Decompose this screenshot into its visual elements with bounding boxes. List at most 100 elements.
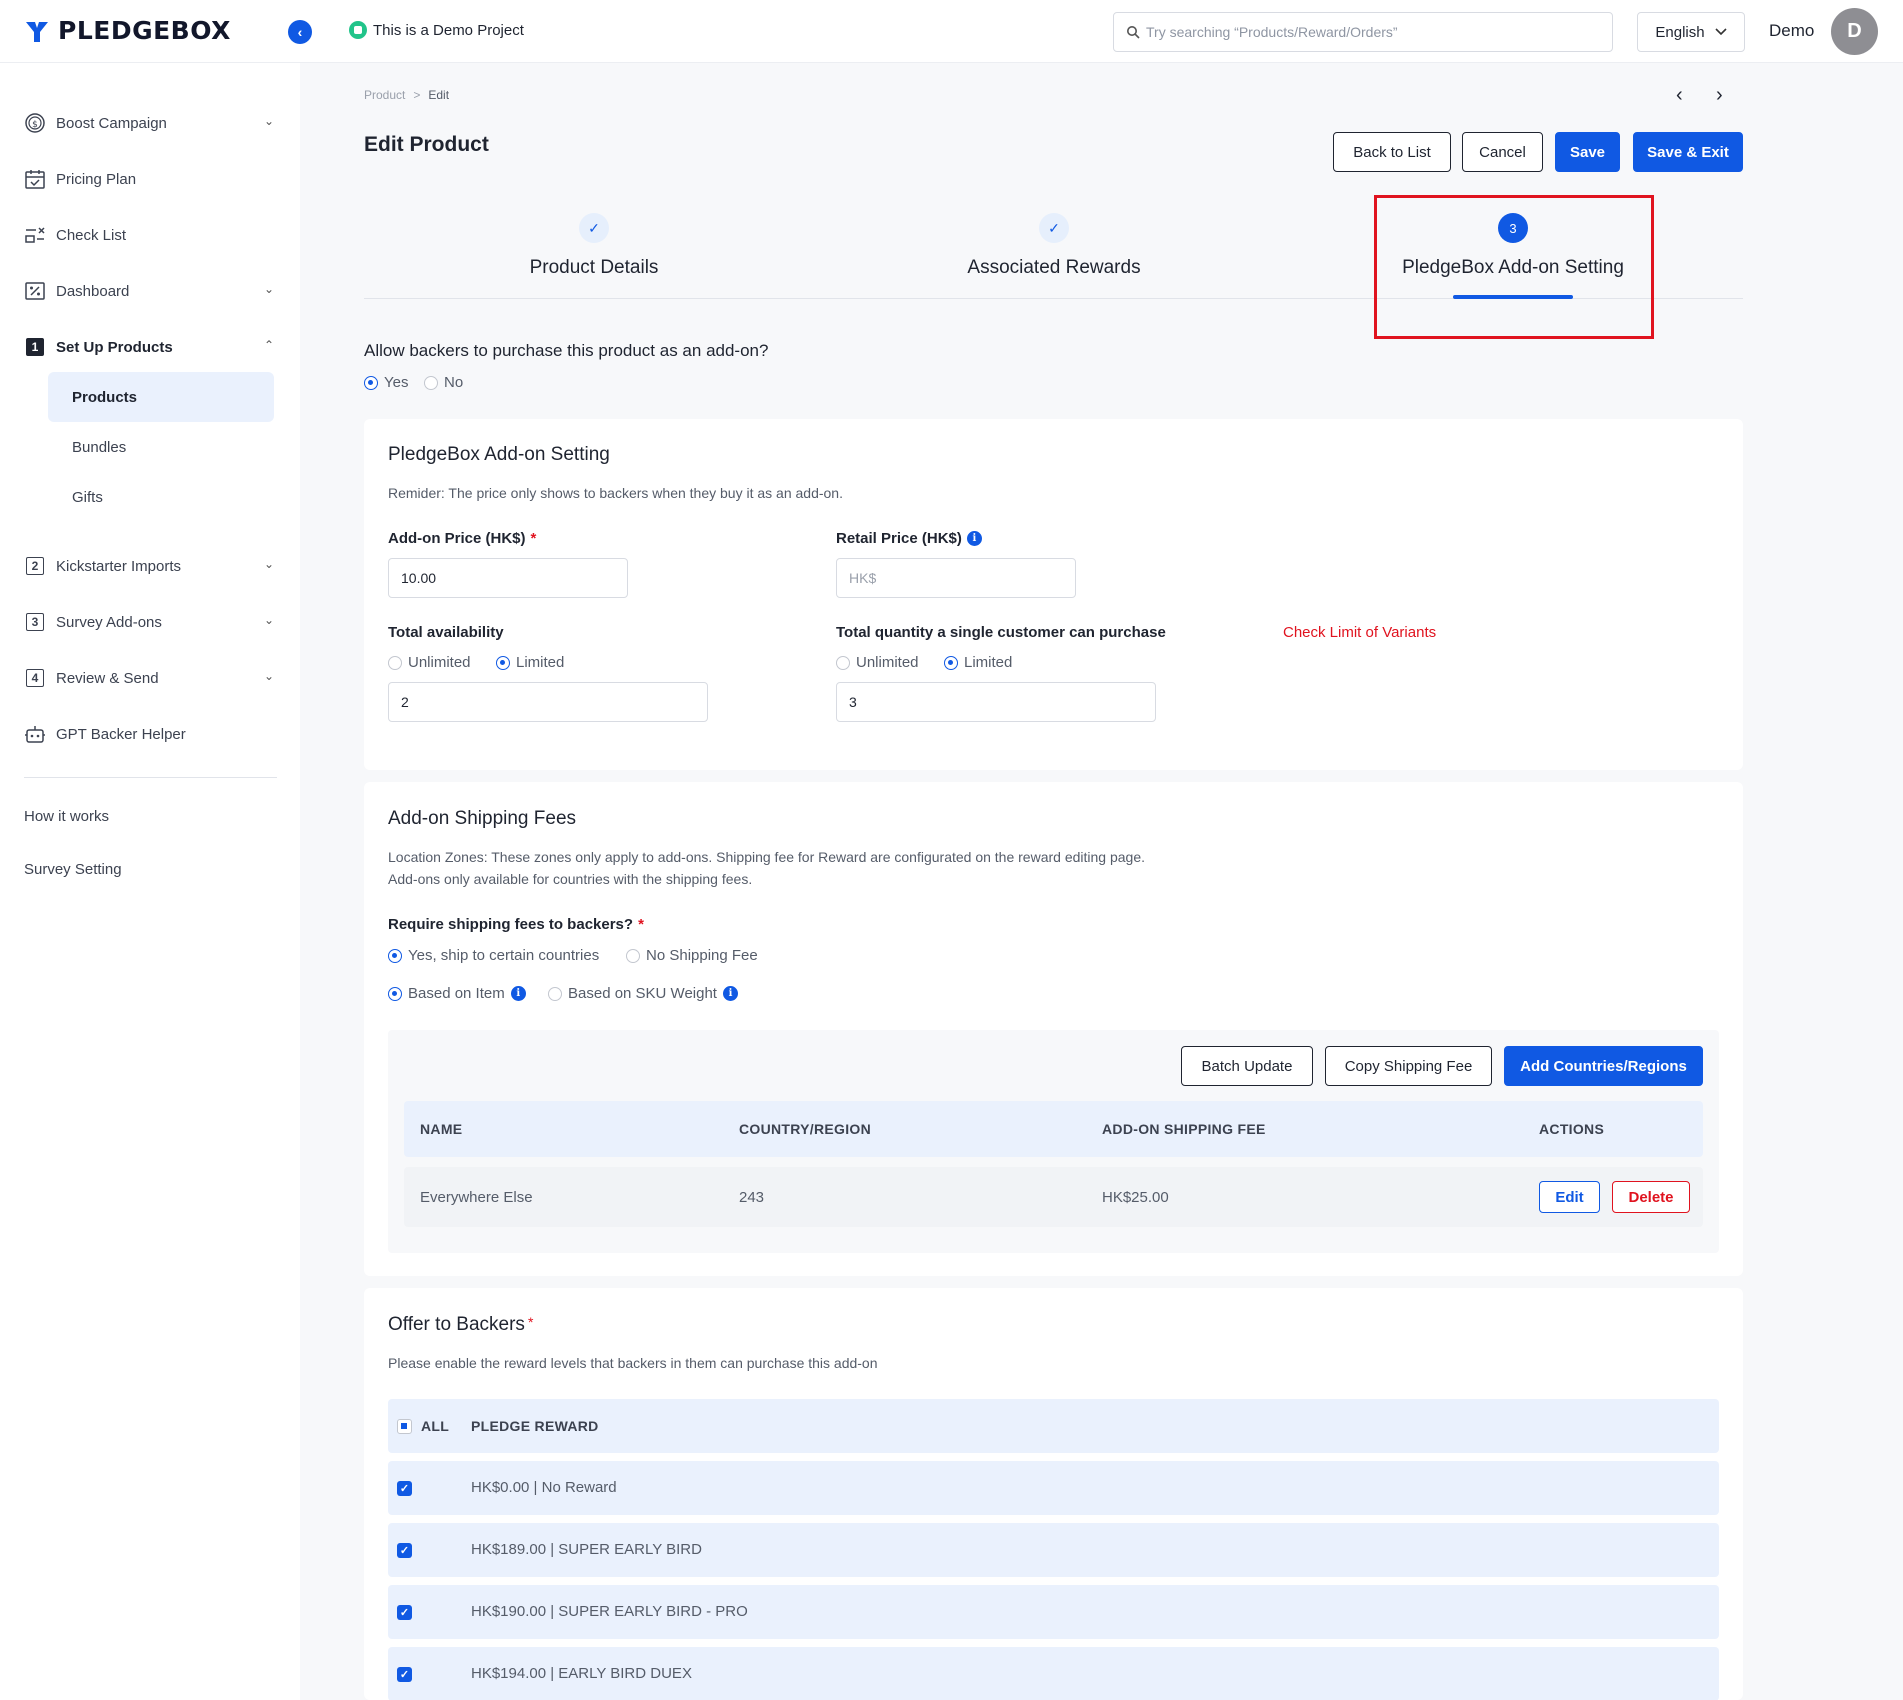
step-number-icon: 3 [24,611,46,633]
delete-button[interactable]: Delete [1612,1181,1690,1213]
sidebar-item-dashboard[interactable]: Dashboard ⌄ [24,279,274,303]
check-limit-of-variants-link[interactable]: Check Limit of Variants [1283,624,1436,641]
step-label: Product Details [529,257,659,278]
sidebar-item-label: Pricing Plan [56,170,137,188]
label-text: Add-on Price (HK$) [388,530,526,547]
language-select[interactable]: English [1637,12,1745,52]
avatar[interactable]: D [1831,8,1878,55]
step-number: 2 [26,557,44,575]
search-input[interactable] [1146,24,1586,40]
robot-icon [24,723,46,745]
addon-price-input[interactable] [388,558,628,598]
demo-project-badge: This is a Demo Project [349,21,524,39]
collapse-sidebar-button[interactable]: ‹ [288,20,312,44]
reward-checkbox[interactable]: ✓ [397,1543,412,1558]
based-on-sku-weight-radio[interactable]: Based on SKU Weight i [548,985,738,1002]
top-header: PLEDGEBOX ‹ This is a Demo Project Engli… [0,0,1903,63]
step-product-details[interactable]: ✓ Product Details [494,213,694,279]
checklist-icon [24,224,46,246]
addon-no-radio[interactable]: No [424,374,463,391]
step-number-icon: 2 [24,555,46,577]
shipping-table-panel: Batch Update Copy Shipping Fee Add Count… [388,1030,1719,1253]
sidebar-item-survey-add-ons[interactable]: 3 Survey Add-ons ⌄ [24,610,274,634]
single-customer-label: Total quantity a single customer can pur… [836,624,1166,641]
reward-row: ✓ HK$190.00 | SUPER EARLY BIRD - PRO [388,1585,1719,1639]
info-icon[interactable]: i [966,531,982,546]
cancel-button[interactable]: Cancel [1462,132,1543,172]
reward-table-header: ALL PLEDGE REWARD [388,1399,1719,1453]
ship-certain-countries-radio[interactable]: Yes, ship to certain countries [388,947,599,964]
table-row: Everywhere Else 243 HK$25.00 Edit Delete [404,1167,1703,1227]
info-icon[interactable]: i [722,986,738,1001]
survey-setting-link[interactable]: Survey Setting [24,861,122,878]
single-customer-unlimited-radio[interactable]: Unlimited [836,654,919,671]
total-availability-label: Total availability [388,624,504,641]
zone-name: Everywhere Else [420,1189,533,1206]
check-icon: ✓ [579,213,609,243]
total-availability-input[interactable] [388,682,708,722]
availability-limited-radio[interactable]: Limited [496,654,564,671]
sidebar-item-set-up-products[interactable]: 1 Set Up Products ⌃ [24,335,274,359]
step-number: 3 [26,613,44,631]
sidebar-subitem-bundles[interactable]: Bundles [48,422,274,472]
global-search [1113,12,1613,52]
step-number-icon: 1 [24,336,46,358]
shipping-note-line1: Location Zones: These zones only apply t… [388,849,1146,865]
radio-selected-icon [388,986,402,1001]
single-customer-input[interactable] [836,682,1156,722]
next-page-button[interactable]: › [1716,84,1723,107]
sidebar-item-gpt-backer-helper[interactable]: GPT Backer Helper [24,722,274,746]
step-associated-rewards[interactable]: ✓ Associated Rewards [954,213,1154,279]
based-on-item-radio[interactable]: Based on Item i [388,985,526,1002]
radio-label: Limited [964,654,1013,671]
breadcrumb-separator: > [413,88,421,102]
availability-unlimited-radio[interactable]: Unlimited [388,654,471,671]
user-name[interactable]: Demo [1769,21,1814,41]
sidebar-subitem-products[interactable]: Products [48,372,274,422]
sidebar-item-label: Set Up Products [56,338,173,356]
shipping-fees-card: Add-on Shipping Fees Location Zones: The… [364,782,1743,1276]
chevron-left-icon: ‹ [1676,84,1683,106]
column-header: ALL [421,1418,450,1434]
sidebar-item-boost-campaign[interactable]: $ Boost Campaign ⌄ [24,111,274,135]
reward-label: HK$194.00 | EARLY BIRD DUEX [471,1665,692,1682]
radio-label: Based on Item [408,985,505,1002]
addon-yes-radio[interactable]: Yes [364,374,408,391]
no-shipping-fee-radio[interactable]: No Shipping Fee [626,947,758,964]
chevron-down-icon: ⌄ [263,557,274,571]
card-title: Offer to Backers [388,1314,525,1335]
radio-icon [388,655,402,670]
sidebar-subitem-gifts[interactable]: Gifts [48,472,274,522]
edit-button[interactable]: Edit [1539,1181,1600,1213]
sidebar-item-kickstarter-imports[interactable]: 2 Kickstarter Imports ⌄ [24,554,274,578]
sidebar-item-check-list[interactable]: Check List [24,223,274,247]
sidebar-divider [24,777,277,778]
radio-selected-icon [944,655,958,670]
sidebar-item-label: Boost Campaign [56,114,167,132]
add-countries-regions-button[interactable]: Add Countries/Regions [1504,1046,1703,1086]
chevron-up-icon: ⌃ [263,338,274,352]
how-it-works-link[interactable]: How it works [24,808,109,825]
sidebar-item-review-send[interactable]: 4 Review & Send ⌄ [24,666,274,690]
reward-checkbox[interactable]: ✓ [397,1667,412,1682]
batch-update-button[interactable]: Batch Update [1181,1046,1313,1086]
step-label: Associated Rewards [967,257,1141,278]
copy-shipping-fee-button[interactable]: Copy Shipping Fee [1325,1046,1492,1086]
breadcrumb-current: Edit [428,88,450,102]
retail-price-input[interactable] [836,558,1076,598]
sidebar-item-pricing-plan[interactable]: Pricing Plan [24,167,274,191]
reward-checkbox[interactable]: ✓ [397,1481,412,1496]
save-button[interactable]: Save [1555,132,1620,172]
single-customer-limited-radio[interactable]: Limited [944,654,1012,671]
reward-row: ✓ HK$0.00 | No Reward [388,1461,1719,1515]
breadcrumb-product[interactable]: Product [364,88,405,102]
reward-checkbox[interactable]: ✓ [397,1605,412,1620]
info-icon[interactable]: i [510,986,526,1001]
prev-page-button[interactable]: ‹ [1676,84,1683,107]
brand-logo[interactable]: PLEDGEBOX [24,16,231,45]
select-all-checkbox[interactable] [397,1419,412,1434]
save-exit-button[interactable]: Save & Exit [1633,132,1743,172]
back-to-list-button[interactable]: Back to List [1333,132,1451,172]
reward-label: HK$189.00 | SUPER EARLY BIRD [471,1541,702,1558]
step-number: 4 [26,669,44,687]
